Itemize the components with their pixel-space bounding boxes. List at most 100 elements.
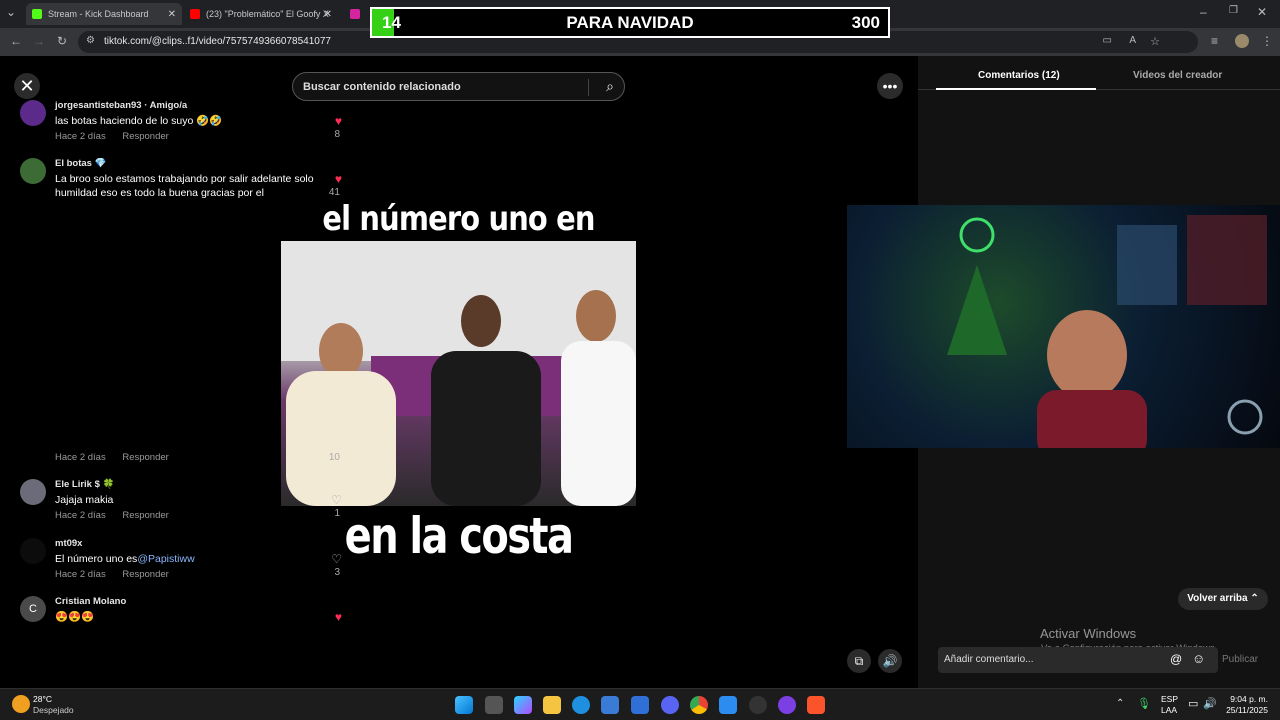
floating-player-button[interactable]: ⧉ xyxy=(847,649,871,673)
url-text: tiktok.com/@clips..f1/video/757574936607… xyxy=(104,36,331,47)
obs-icon[interactable] xyxy=(749,696,767,714)
like-count: 41 xyxy=(328,187,340,198)
language-code[interactable]: ESP xyxy=(1161,694,1178,704)
comment-meta: Hace 2 días Responder xyxy=(55,510,183,521)
speaker-icon[interactable]: 🔊 xyxy=(1203,697,1217,710)
chrome-icon[interactable] xyxy=(690,696,708,714)
tab-comments[interactable]: Comentarios (12) xyxy=(978,70,1060,81)
comment-username[interactable]: jorgesantisteban93 · Amigo/a xyxy=(55,100,187,111)
panel-tabs: Comentarios (12) Videos del creador xyxy=(918,66,1280,90)
avatar[interactable] xyxy=(20,538,46,564)
minimize-icon[interactable]: – xyxy=(1200,5,1207,19)
site-info-icon[interactable]: ⚙ xyxy=(86,35,95,46)
heart-outline-icon[interactable]: ♡ xyxy=(331,552,342,566)
heart-outline-icon[interactable]: ♡ xyxy=(331,493,342,507)
volume-button[interactable]: 🔊 xyxy=(878,649,902,673)
search-icon[interactable]: ⌕ xyxy=(606,78,614,95)
comment-item: Hace 2 días Responder 10 xyxy=(20,452,350,472)
photos-icon[interactable] xyxy=(719,696,737,714)
goal-title: PARA NAVIDAD xyxy=(566,13,694,32)
reload-icon[interactable]: ↻ xyxy=(57,34,67,48)
tab-instagram[interactable] xyxy=(350,3,370,25)
heart-filled-icon[interactable]: ♥ xyxy=(335,114,342,128)
clock-date[interactable]: 25/11/2025 xyxy=(1224,705,1268,715)
file-explorer-icon[interactable] xyxy=(543,696,561,714)
comment-username[interactable]: mt09x xyxy=(55,538,82,549)
tab-list-icon[interactable]: ≡ xyxy=(1211,34,1218,48)
more-options-button[interactable]: ••• xyxy=(877,73,903,99)
profile-avatar[interactable] xyxy=(1235,34,1249,48)
comment-time: Hace 2 días xyxy=(55,452,106,463)
comment-username[interactable]: Cristian Molano xyxy=(55,596,126,607)
tab-youtube[interactable]: (23) "Problemático" El Goofy X ✕ xyxy=(190,3,336,25)
bookmark-star-icon[interactable]: ☆ xyxy=(1150,35,1160,48)
discord-icon[interactable] xyxy=(661,696,679,714)
tab-creator-videos[interactable]: Videos del creador xyxy=(1133,70,1222,81)
mention-icon[interactable]: @ xyxy=(1170,652,1182,666)
kick-icon xyxy=(32,9,42,19)
back-to-top-button[interactable]: Volver arriba ⌃ xyxy=(1178,588,1268,610)
publish-button[interactable]: Publicar xyxy=(1222,654,1258,665)
task-view-icon[interactable] xyxy=(485,696,503,714)
cast-icon[interactable]: ▭ xyxy=(1103,35,1112,46)
restore-icon[interactable]: ❐ xyxy=(1229,5,1238,16)
tab-other[interactable] xyxy=(890,3,910,25)
weather-temp: 28°C xyxy=(33,694,52,704)
emoji-icon[interactable]: ☺ xyxy=(1192,651,1205,666)
add-comment-field[interactable]: Añadir comentario... @ ☺ xyxy=(938,647,1218,673)
search-input[interactable]: Buscar contenido relacionado ⌕ xyxy=(292,72,625,101)
comment-username-text: Ele Lirik $ xyxy=(55,479,100,490)
app-circle-icon[interactable] xyxy=(778,696,796,714)
language-layout[interactable]: LAA xyxy=(1161,705,1177,715)
comment-item: mt09x El número uno es@Papistiww Hace 2 … xyxy=(20,538,350,586)
tray-chevron-icon[interactable]: ⌃ xyxy=(1116,698,1124,709)
tab-search-icon[interactable]: ⌄ xyxy=(6,5,16,19)
forward-icon[interactable]: → xyxy=(33,34,45,48)
translate-icon[interactable]: A xyxy=(1129,35,1136,46)
mic-icon[interactable]: 🎙 xyxy=(1137,697,1151,710)
instagram-icon xyxy=(350,9,360,19)
windows-taskbar: 28°C Despejado ⌃ 🎙 ESP LAA ▭ 🔊 9:04 p. m… xyxy=(0,688,1280,720)
brave-icon[interactable] xyxy=(807,696,825,714)
avatar[interactable]: C xyxy=(20,596,46,622)
reply-button[interactable]: Responder xyxy=(122,452,168,463)
close-window-icon[interactable]: ✕ xyxy=(1257,5,1267,19)
close-tab-icon[interactable]: ✕ xyxy=(168,9,176,20)
copilot-icon[interactable] xyxy=(514,696,532,714)
edge-icon[interactable] xyxy=(572,696,590,714)
comment-username-text: El botas xyxy=(55,158,92,169)
menu-icon[interactable]: ⋮ xyxy=(1261,34,1273,48)
reply-button[interactable]: Responder xyxy=(122,510,168,521)
reply-button[interactable]: Responder xyxy=(122,131,168,142)
like-count: 1 xyxy=(334,508,340,519)
avatar[interactable] xyxy=(20,158,46,184)
comment-time: Hace 2 días xyxy=(55,510,106,521)
clover-badge-icon: 🍀 xyxy=(102,479,115,490)
close-tab-icon[interactable]: ✕ xyxy=(324,9,332,20)
back-to-top-label: Volver arriba xyxy=(1187,593,1248,604)
comment-time: Hace 2 días xyxy=(55,131,106,142)
comment-username[interactable]: Ele Lirik $ 🍀 xyxy=(55,479,114,490)
back-icon[interactable]: ← xyxy=(10,34,22,48)
clock-time[interactable]: 9:04 p. m. xyxy=(1230,694,1268,704)
comment-time: Hace 2 días xyxy=(55,569,106,580)
heart-filled-icon[interactable]: ♥ xyxy=(335,610,342,624)
network-icon[interactable]: ▭ xyxy=(1188,697,1198,710)
avatar[interactable] xyxy=(20,100,46,126)
comment-text: El número uno es@Papistiww xyxy=(55,552,323,566)
mention-link[interactable]: @Papistiww xyxy=(137,553,194,565)
weather-icon[interactable] xyxy=(12,695,30,713)
close-video-button[interactable]: ✕ xyxy=(14,73,40,99)
tab-kick[interactable]: Stream - Kick Dashboard ✕ xyxy=(26,3,182,25)
heart-filled-icon[interactable]: ♥ xyxy=(335,172,342,186)
start-icon[interactable] xyxy=(455,696,473,714)
app-icon[interactable] xyxy=(631,696,649,714)
like-count: 3 xyxy=(334,567,340,578)
reply-button[interactable]: Responder xyxy=(122,569,168,580)
active-tab-indicator xyxy=(936,88,1096,90)
avatar[interactable] xyxy=(20,479,46,505)
comment-username[interactable]: El botas 💎 xyxy=(55,158,106,169)
store-icon[interactable] xyxy=(601,696,619,714)
video-caption-bottom: en la costa xyxy=(344,507,574,565)
comment-text-body: El número uno es xyxy=(55,553,138,565)
